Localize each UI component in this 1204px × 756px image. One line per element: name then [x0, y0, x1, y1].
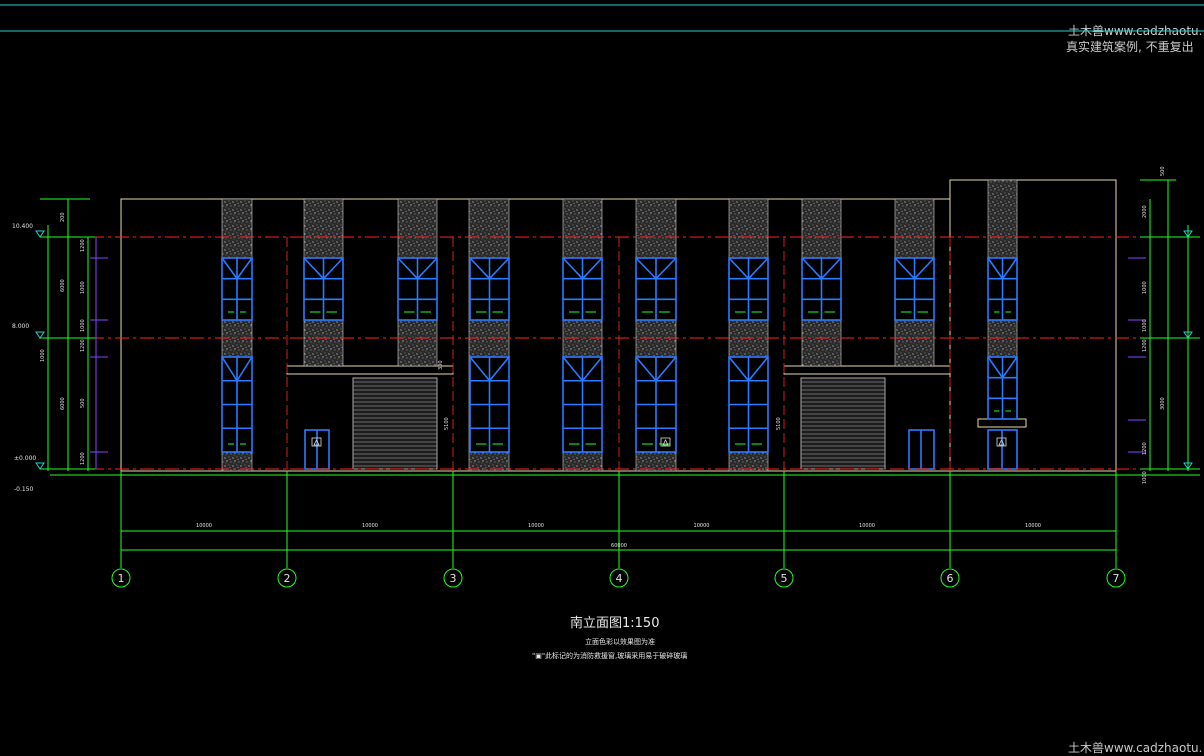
- window-16: [987, 356, 1018, 420]
- dim-right-4: 1000: [1142, 319, 1148, 332]
- span-label-6: 10000: [1025, 523, 1041, 529]
- window-9: [894, 257, 935, 321]
- axis-bubble-2: 2: [277, 568, 297, 588]
- window-10: [987, 257, 1018, 321]
- axis-label-5: 5: [781, 572, 788, 585]
- span-label-3: 10000: [528, 523, 544, 529]
- axis-bubble-6: 6: [940, 568, 960, 588]
- window-1: [221, 257, 253, 321]
- axis-label-6: 6: [947, 572, 954, 585]
- axis-bubble-7: 7: [1106, 568, 1126, 588]
- drawing-note-1: 立面色彩以效果图为准: [585, 638, 655, 646]
- dim-left-outer-3: 6000: [60, 397, 66, 410]
- axis-lines: [50, 471, 1200, 568]
- dim-left-outer-2: 6000: [60, 279, 66, 292]
- level-lines: [40, 236, 1200, 470]
- dim-right-1: 500: [1160, 166, 1166, 176]
- axis-label-4: 4: [616, 572, 623, 585]
- level-label-base: -0.150: [14, 486, 34, 493]
- dim-left-inner-4: 1200: [80, 339, 86, 352]
- level-label-2f: 8.000: [12, 323, 29, 330]
- dim-left-inner-1: 1200: [80, 239, 86, 252]
- window-4: [469, 257, 510, 321]
- window-8: [801, 257, 842, 321]
- axis-bubble-4: 4: [609, 568, 629, 588]
- drawing-title: 南立面图1:150: [570, 616, 660, 631]
- drawing-note-2: "▣"此标记的为消防救援窗,玻璃采用易于破碎玻璃: [532, 652, 688, 660]
- dim-right-7: 1200: [1142, 442, 1148, 455]
- axis-bubble-5: 5: [774, 568, 794, 588]
- dim-left-big: 1000: [40, 349, 46, 362]
- span-label-1: 10000: [196, 523, 212, 529]
- dim-left-outer-1: 200: [60, 212, 66, 222]
- window-3: [397, 257, 438, 321]
- dim-right-2: 2000: [1142, 205, 1148, 218]
- dim-right-3: 1000: [1142, 281, 1148, 294]
- door-dim-left: 5100: [444, 417, 450, 430]
- level-label-top: 10.400: [12, 223, 33, 230]
- door-dim-right: 5100: [776, 417, 782, 430]
- door-dim-canopy: 300: [438, 360, 444, 370]
- dim-left-inner-2: 1000: [80, 281, 86, 294]
- level-symbols: [35, 230, 1193, 470]
- axis-label-2: 2: [284, 572, 291, 585]
- dim-right-8: 1000: [1142, 471, 1148, 484]
- right-dimension-chain: [1140, 179, 1200, 471]
- dim-right-5: 1200: [1142, 339, 1148, 352]
- dim-right-6: 3000: [1160, 397, 1166, 410]
- dim-left-inner-6: 1200: [80, 452, 86, 465]
- window-12: [469, 356, 510, 453]
- dim-left-inner-5: 500: [80, 398, 86, 408]
- left-dimension-chain: [40, 198, 95, 471]
- window-6: [635, 257, 677, 321]
- window-2: [303, 257, 344, 321]
- window-7: [728, 257, 769, 321]
- span-label-2: 10000: [362, 523, 378, 529]
- axis-bubble-1: 1: [111, 568, 131, 588]
- total-span-label: 60000: [611, 543, 627, 549]
- left-purple-ticks: [90, 237, 108, 469]
- window-15: [728, 356, 769, 453]
- span-label-4: 10000: [694, 523, 710, 529]
- span-label-5: 10000: [859, 523, 875, 529]
- window-11: [221, 356, 253, 453]
- window-13: [562, 356, 603, 453]
- axis-bubble-3: 3: [443, 568, 463, 588]
- axis-bubbles: 1 2 3 4 5 6 7: [111, 568, 1126, 588]
- axis-label-7: 7: [1113, 572, 1120, 585]
- axis-label-1: 1: [118, 572, 125, 585]
- level-label-ground: ±0.000: [14, 455, 36, 462]
- dim-left-inner-3: 1000: [80, 319, 86, 332]
- axis-label-3: 3: [450, 572, 457, 585]
- window-5: [562, 257, 603, 321]
